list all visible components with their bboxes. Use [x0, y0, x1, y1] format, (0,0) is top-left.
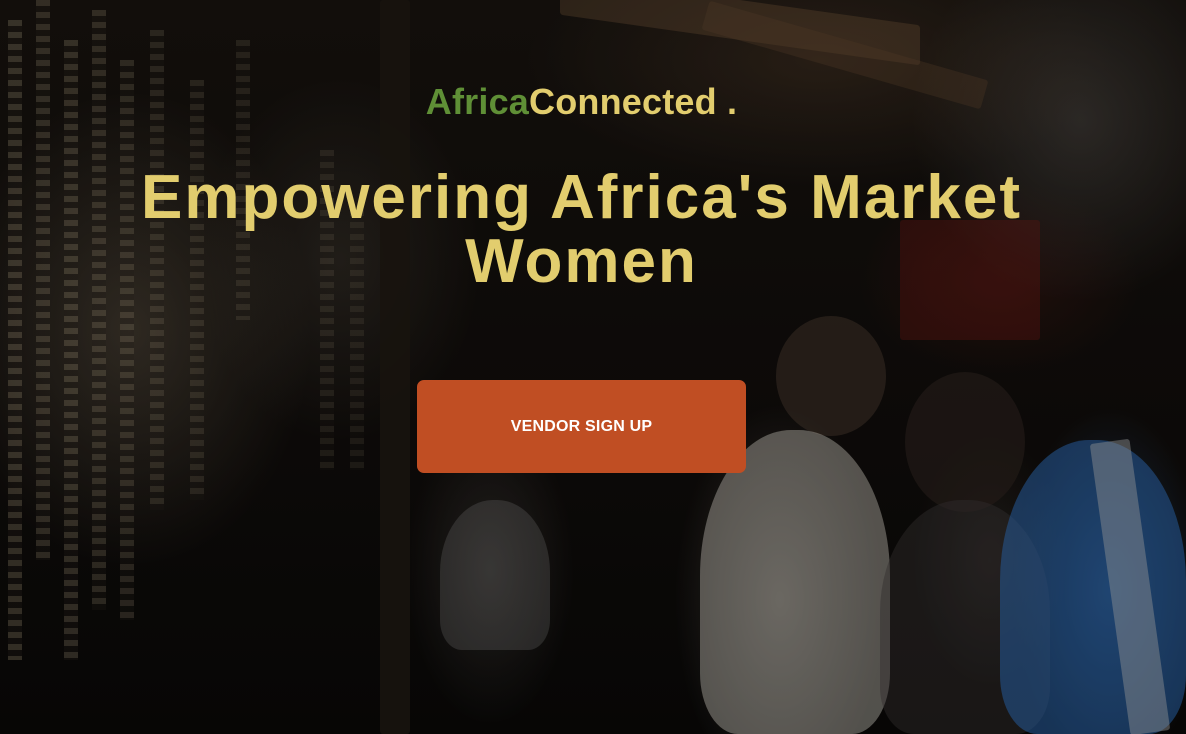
brand-name-secondary: Connected .	[529, 81, 738, 122]
hero-section: AfricaConnected . Empowering Africa's Ma…	[0, 0, 1186, 734]
vendor-sign-up-button[interactable]: VENDOR SIGN UP	[417, 380, 746, 473]
hero-headline: Empowering Africa's Market Women	[140, 163, 1022, 296]
brand-logo: AfricaConnected .	[0, 80, 1163, 124]
brand-name-primary: Africa	[425, 81, 530, 122]
